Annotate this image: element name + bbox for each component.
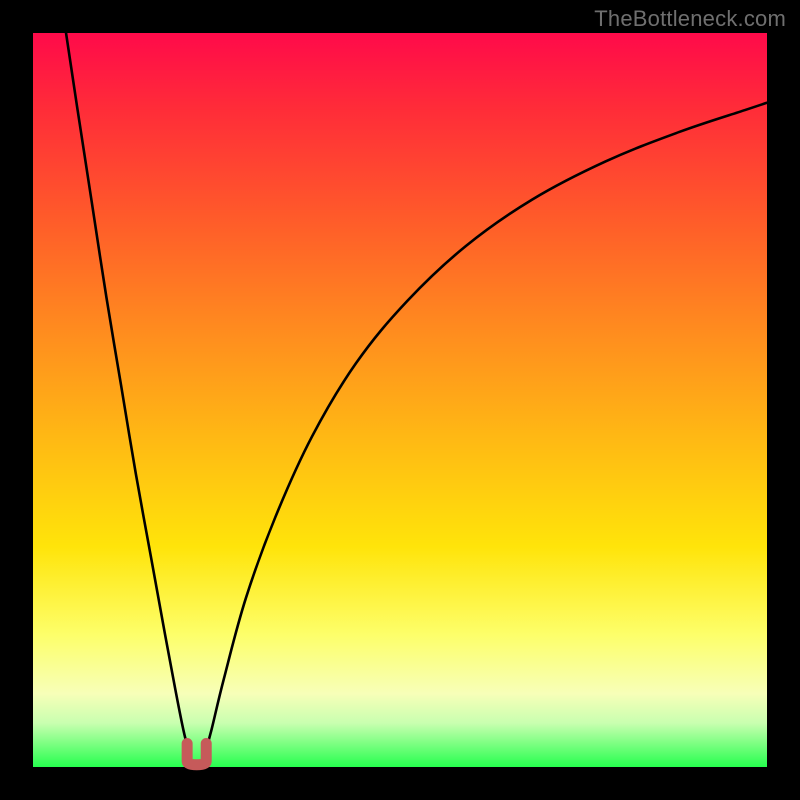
curve-left-branch xyxy=(66,33,189,754)
plot-area xyxy=(33,33,767,767)
curve-right-branch xyxy=(205,103,767,754)
curves-svg xyxy=(33,33,767,767)
chart-frame: TheBottleneck.com xyxy=(0,0,800,800)
watermark-text: TheBottleneck.com xyxy=(594,6,786,32)
valley-u-marker xyxy=(187,744,206,765)
